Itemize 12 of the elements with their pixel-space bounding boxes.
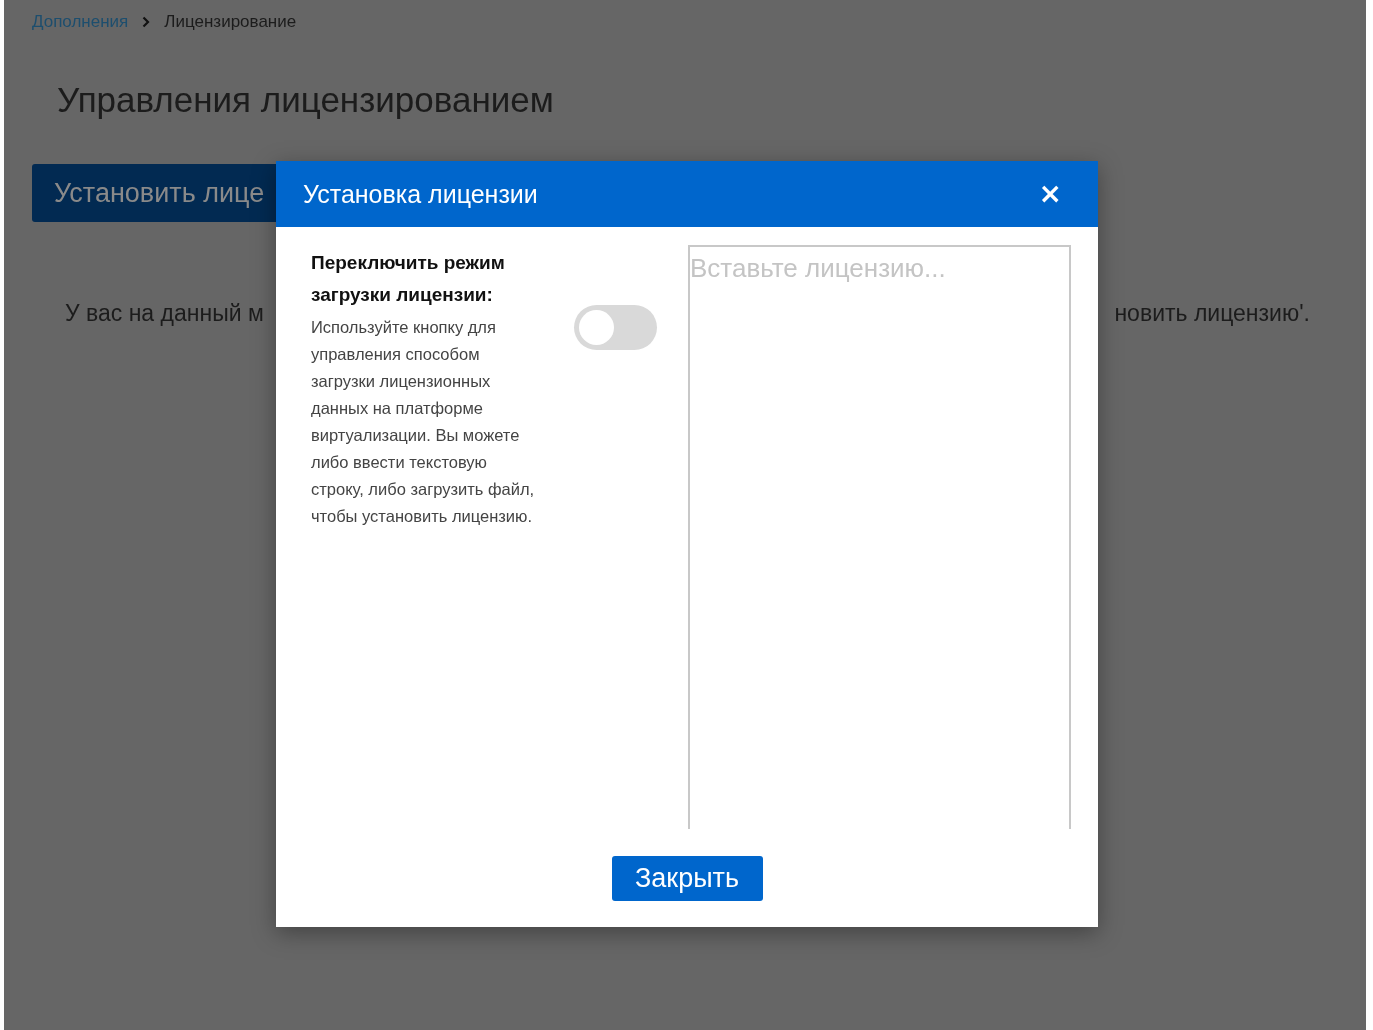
page-title: Управления лицензированием	[57, 80, 555, 120]
dialog-title: Установка лицензии	[303, 179, 538, 209]
mode-toggle[interactable]	[574, 305, 657, 350]
notice-text: У вас на данный м	[65, 300, 264, 327]
license-input-field[interactable]: Вставьте лицензию...	[688, 245, 1071, 829]
notice-text: новить лицензию'.	[1114, 300, 1310, 327]
chevron-right-icon	[142, 16, 151, 28]
close-button[interactable]: Закрыть	[611, 856, 763, 901]
mode-title: Переключить режим загрузки лицензии:	[311, 251, 506, 307]
mode-description: Используйте кнопку для управления способом загрузки лицензионных данных на платформе виртуализации. Вы можете либо ввести текстовую строку, либо загрузить файл, чтобы установить лицензию.	[311, 317, 536, 527]
install-license-button[interactable]: Установить лице	[32, 164, 276, 222]
breadcrumb-current: Лицензирование	[164, 12, 297, 32]
